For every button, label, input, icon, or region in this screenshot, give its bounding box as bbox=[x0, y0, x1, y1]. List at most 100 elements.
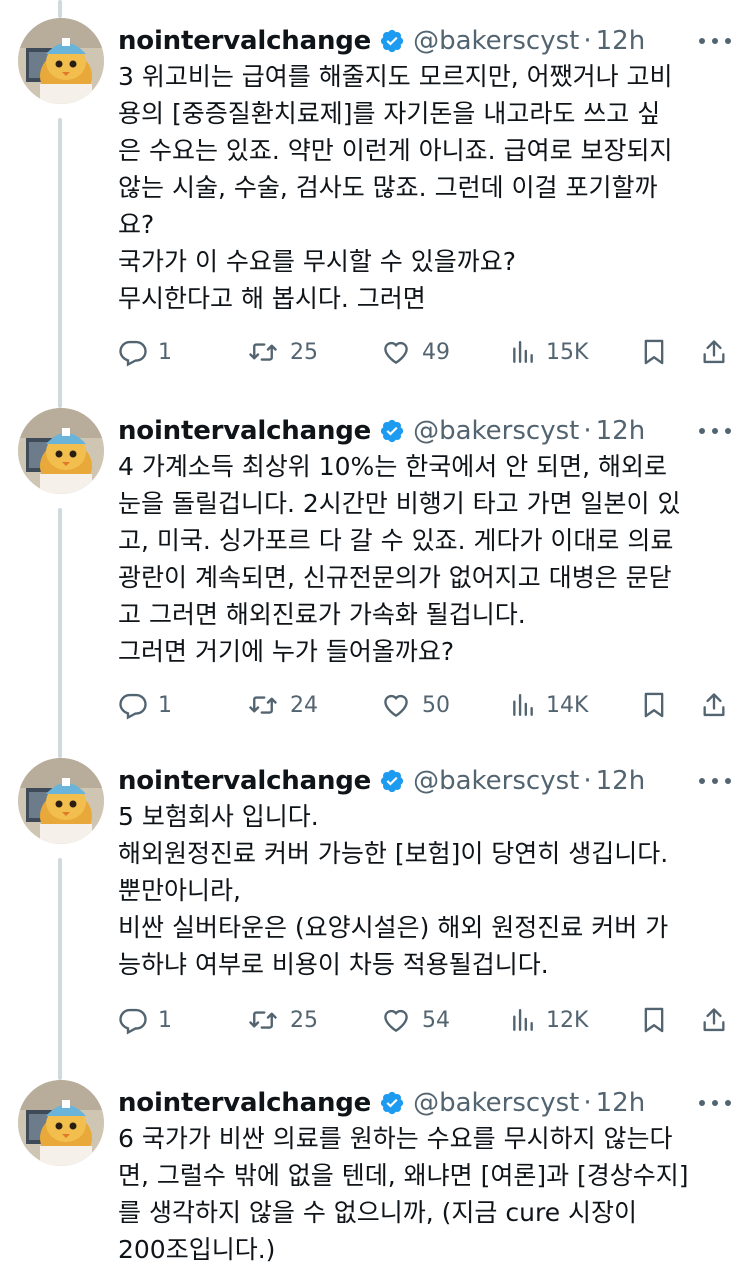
timestamp[interactable]: 12h bbox=[596, 766, 646, 796]
retweet-button[interactable]: 25 bbox=[246, 332, 318, 372]
tweet-text-line: 면, 그럴수 밖에 없을 텐데, 왜냐면 [여론]과 [경상수지] bbox=[118, 1161, 689, 1190]
tweet-text: 6 국가가 비싼 의료를 원하는 수요를 무시하지 않는다면, 그럴수 밖에 없… bbox=[118, 1120, 718, 1268]
tweet-text-line: 고 그러면 해외진료가 가속화 될겁니다. bbox=[118, 600, 526, 629]
thread-connector bbox=[58, 508, 62, 758]
tweet-text-line: 광란이 계속되면, 신규전문의가 없어지고 대병은 문닫 bbox=[118, 563, 672, 592]
display-name[interactable]: nointervalchange bbox=[118, 766, 371, 796]
separator-dot: · bbox=[583, 416, 592, 446]
avatar[interactable] bbox=[18, 758, 104, 844]
like-button[interactable]: 54 bbox=[380, 1000, 450, 1040]
tweet-text-line: 3 위고비는 급여를 해줄지도 모르지만, 어쨌거나 고비 bbox=[118, 62, 673, 91]
reply-icon bbox=[118, 337, 148, 367]
tweet-header: nointervalchange @bakerscyst · 12h bbox=[118, 23, 645, 59]
bookmark-icon bbox=[640, 690, 668, 720]
more-options-icon[interactable] bbox=[699, 31, 731, 51]
reply-count: 1 bbox=[158, 1007, 172, 1033]
thread-connector bbox=[58, 858, 62, 1080]
like-count: 50 bbox=[422, 692, 450, 718]
tweet-text-line: 6 국가가 비싼 의료를 원하는 수요를 무시하지 않는다 bbox=[118, 1124, 673, 1153]
views-button[interactable]: 15K bbox=[510, 332, 588, 372]
tweet-text-line: 용의 [중증질환치료제]를 자기돈을 내고라도 쓰고 싶 bbox=[118, 99, 661, 128]
bookmark-icon bbox=[640, 337, 668, 367]
bar-chart-icon bbox=[510, 1005, 536, 1035]
tweet-text-line: 뿐만아니라, bbox=[118, 876, 241, 905]
avatar[interactable] bbox=[18, 18, 104, 104]
verified-badge-icon bbox=[379, 1090, 405, 1116]
share-icon bbox=[700, 337, 728, 367]
heart-icon bbox=[380, 337, 412, 367]
views-button[interactable]: 12K bbox=[510, 1000, 588, 1040]
tweet-text-line: 그러면 거기에 누가 들어올까요? bbox=[118, 637, 455, 666]
share-icon bbox=[700, 1005, 728, 1035]
avatar[interactable] bbox=[18, 408, 104, 494]
action-bar: 1 25 54 12K bbox=[118, 1000, 738, 1040]
tweet-header: nointervalchange @bakerscyst · 12h bbox=[118, 413, 645, 449]
retweet-icon bbox=[246, 1005, 280, 1035]
more-options-icon[interactable] bbox=[699, 771, 731, 791]
tweet-text: 3 위고비는 급여를 해줄지도 모르지만, 어쨌거나 고비용의 [중증질환치료제… bbox=[118, 58, 718, 317]
verified-badge-icon bbox=[379, 28, 405, 54]
thread-connector bbox=[58, 118, 62, 408]
display-name[interactable]: nointervalchange bbox=[118, 26, 371, 56]
tweet-header: nointervalchange @bakerscyst · 12h bbox=[118, 1085, 645, 1121]
timestamp[interactable]: 12h bbox=[596, 416, 646, 446]
bar-chart-icon bbox=[510, 690, 536, 720]
action-bar: 1 25 49 15K bbox=[118, 332, 738, 372]
tweet-text-line: 은 수요는 있죠. 약만 이런게 아니죠. 급여로 보장되지 bbox=[118, 136, 673, 165]
display-name[interactable]: nointervalchange bbox=[118, 1088, 371, 1118]
avatar[interactable] bbox=[18, 1080, 104, 1166]
like-button[interactable]: 49 bbox=[380, 332, 450, 372]
like-count: 54 bbox=[422, 1007, 450, 1033]
reply-count: 1 bbox=[158, 339, 172, 365]
tweet-text-line: 요? bbox=[118, 210, 155, 239]
retweet-count: 25 bbox=[290, 339, 318, 365]
reply-button[interactable]: 1 bbox=[118, 685, 172, 725]
verified-badge-icon bbox=[379, 418, 405, 444]
user-handle[interactable]: @bakerscyst bbox=[413, 1088, 579, 1118]
more-options-icon[interactable] bbox=[699, 1093, 731, 1113]
thread-connector bbox=[58, 0, 62, 18]
share-icon bbox=[700, 690, 728, 720]
tweet-text-line: 4 가계소득 최상위 10%는 한국에서 안 되면, 해외로 bbox=[118, 452, 668, 481]
like-count: 49 bbox=[422, 339, 450, 365]
timestamp[interactable]: 12h bbox=[596, 1088, 646, 1118]
reply-count: 1 bbox=[158, 692, 172, 718]
tweet-text-line: 해외원정진료 커버 가능한 [보험]이 당연히 생깁니다. bbox=[118, 839, 669, 868]
timestamp[interactable]: 12h bbox=[596, 26, 646, 56]
share-button[interactable] bbox=[700, 332, 728, 372]
separator-dot: · bbox=[583, 766, 592, 796]
separator-dot: · bbox=[583, 1088, 592, 1118]
user-handle[interactable]: @bakerscyst bbox=[413, 26, 579, 56]
reply-icon bbox=[118, 690, 148, 720]
retweet-button[interactable]: 25 bbox=[246, 1000, 318, 1040]
bookmark-icon bbox=[640, 1005, 668, 1035]
view-count: 12K bbox=[546, 1007, 589, 1033]
bookmark-button[interactable] bbox=[640, 1000, 668, 1040]
share-button[interactable] bbox=[700, 685, 728, 725]
bookmark-button[interactable] bbox=[640, 332, 668, 372]
reply-button[interactable]: 1 bbox=[118, 1000, 172, 1040]
separator-dot: · bbox=[583, 26, 592, 56]
reply-button[interactable]: 1 bbox=[118, 332, 172, 372]
like-button[interactable]: 50 bbox=[380, 685, 450, 725]
view-count: 15K bbox=[546, 339, 589, 365]
tweet-text-line: 국가가 이 수요를 무시할 수 있을까요? bbox=[118, 247, 517, 276]
tweet-text-line: 를 생각하지 않을 수 없으니까, (지금 cure 시장이 bbox=[118, 1198, 638, 1227]
user-handle[interactable]: @bakerscyst bbox=[413, 416, 579, 446]
more-options-icon[interactable] bbox=[699, 421, 731, 441]
tweet-text-line: 눈을 돌릴겁니다. 2시간만 비행기 타고 가면 일본이 있 bbox=[118, 489, 681, 518]
retweet-count: 24 bbox=[290, 692, 318, 718]
tweet-text-line: 200조입니다.) bbox=[118, 1235, 276, 1264]
tweet-text-line: 비싼 실버타운은 (요양시설은) 해외 원정진료 커버 가 bbox=[118, 913, 669, 942]
display-name[interactable]: nointervalchange bbox=[118, 416, 371, 446]
tweet-text-line: 않는 시술, 수술, 검사도 많죠. 그런데 이걸 포기할까 bbox=[118, 173, 658, 202]
tweet-text-line: 능하냐 여부로 비용이 차등 적용될겁니다. bbox=[118, 950, 549, 979]
tweet-header: nointervalchange @bakerscyst · 12h bbox=[118, 763, 645, 799]
verified-badge-icon bbox=[379, 768, 405, 794]
user-handle[interactable]: @bakerscyst bbox=[413, 766, 579, 796]
bookmark-button[interactable] bbox=[640, 685, 668, 725]
views-button[interactable]: 14K bbox=[510, 685, 588, 725]
share-button[interactable] bbox=[700, 1000, 728, 1040]
retweet-button[interactable]: 24 bbox=[246, 685, 318, 725]
retweet-icon bbox=[246, 337, 280, 367]
